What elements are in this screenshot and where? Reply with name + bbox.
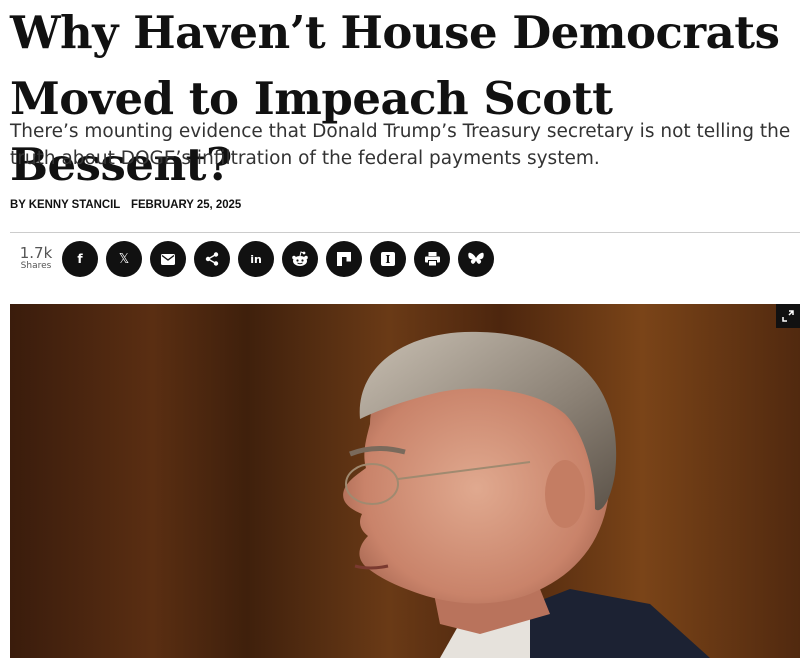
article-hero-image[interactable] [10,304,800,658]
email-share-button[interactable] [150,241,186,277]
instapaper-share-button[interactable]: I [370,241,406,277]
instapaper-icon: I [381,252,395,266]
reddit-share-button[interactable] [282,241,318,277]
byline: BY KENNY STANCIL FEBRUARY 25, 2025 [10,197,249,211]
linkedin-icon: in [250,252,262,266]
portrait-illustration [343,331,710,658]
bluesky-share-button[interactable] [458,241,494,277]
facebook-icon: f [77,252,83,266]
facebook-share-button[interactable]: f [62,241,98,277]
x-share-button[interactable]: 𝕏 [106,241,142,277]
share-count-number: 1.7k [19,244,53,262]
share-button[interactable] [194,241,230,277]
article-dek: There’s mounting evidence that Donald Tr… [10,121,791,169]
author-link[interactable]: BY KENNY STANCIL [10,197,120,211]
publish-date: FEBRUARY 25, 2025 [130,197,242,211]
flipboard-icon [337,252,351,266]
share-buttons: f 𝕏 in I [62,241,494,277]
print-icon [424,252,440,266]
image-expand-button[interactable] [776,304,800,328]
email-icon [161,253,175,265]
share-count-label: Shares [20,261,52,271]
instapaper-glyph: I [385,252,391,266]
divider [10,232,800,233]
bluesky-icon [468,252,484,264]
x-icon: 𝕏 [118,251,130,267]
print-button[interactable] [414,241,450,277]
share-count: 1.7k Shares [14,245,58,272]
flipboard-share-button[interactable] [326,241,362,277]
linkedin-share-button[interactable]: in [238,241,274,277]
share-icon [205,252,219,266]
expand-icon [782,310,794,322]
reddit-icon [292,251,308,266]
